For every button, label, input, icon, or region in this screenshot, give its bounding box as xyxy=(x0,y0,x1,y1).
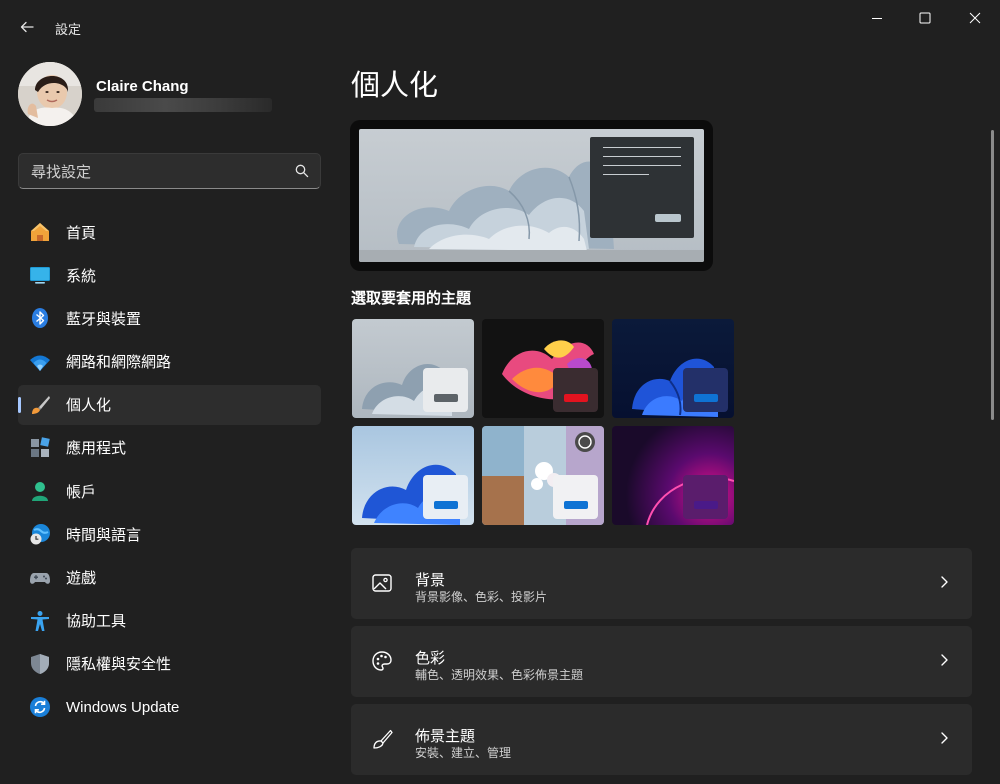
image-icon xyxy=(371,572,395,596)
home-icon xyxy=(28,220,52,244)
sidebar-item-system[interactable]: 系統 xyxy=(18,255,321,295)
search-input[interactable] xyxy=(31,162,281,182)
profile-email-redacted xyxy=(94,98,272,112)
sidebar-item-label: 隱私權與安全性 xyxy=(66,656,172,674)
chevron-right-icon xyxy=(936,652,952,673)
account-icon xyxy=(28,479,52,503)
brush-icon xyxy=(28,393,52,417)
bluetooth-icon xyxy=(28,306,52,330)
preview-desktop xyxy=(359,129,704,262)
background-settings-card[interactable]: 背景 背景影像、色彩、投影片 xyxy=(351,548,972,619)
avatar[interactable] xyxy=(18,62,82,126)
sidebar-item-network[interactable]: 網路和網際網路 xyxy=(18,342,321,382)
sidebar-item-accounts[interactable]: 帳戶 xyxy=(18,471,321,511)
shield-icon xyxy=(28,652,52,676)
back-arrow-icon xyxy=(20,21,34,33)
sidebar-item-privacy[interactable]: 隱私權與安全性 xyxy=(18,644,321,684)
close-icon xyxy=(969,12,981,24)
app-title: 設定 xyxy=(55,22,82,37)
close-button[interactable] xyxy=(950,0,1000,36)
card-title: 色彩 xyxy=(415,650,446,667)
gamepad-icon xyxy=(28,566,52,590)
system-icon xyxy=(28,263,52,287)
minimize-icon xyxy=(872,18,882,19)
theme-option-windows-dark[interactable] xyxy=(612,319,734,418)
sidebar-item-time-language[interactable]: 時間與語言 xyxy=(18,514,321,554)
theme-grid xyxy=(352,319,735,525)
theme-option-windows-light[interactable] xyxy=(352,319,474,418)
theme-option-spotlight[interactable] xyxy=(482,426,604,525)
chevron-right-icon xyxy=(936,730,952,751)
accessibility-icon xyxy=(28,609,52,633)
wifi-icon xyxy=(28,350,52,374)
avatar-photo xyxy=(18,62,82,126)
sidebar-item-personalization[interactable]: 個人化 xyxy=(18,384,321,425)
theme-option-glow[interactable] xyxy=(482,319,604,418)
search-icon[interactable] xyxy=(294,163,310,184)
sidebar-item-label: 網路和網際網路 xyxy=(66,354,172,372)
theme-preview xyxy=(350,120,713,271)
colors-settings-card[interactable]: 色彩 輔色、透明效果、色彩佈景主題 xyxy=(351,626,972,697)
sidebar-item-label: 帳戶 xyxy=(66,483,97,501)
sidebar-item-label: 個人化 xyxy=(66,397,112,415)
page-title: 個人化 xyxy=(351,70,439,102)
search-box[interactable] xyxy=(18,153,321,189)
themes-section-label: 選取要套用的主題 xyxy=(351,290,472,307)
sidebar-nav: 首頁 系統 藍牙與裝置 網路和網際網路 個人化 應用程式 帳戶 時間與語言 遊戲… xyxy=(18,212,321,730)
sidebar-item-bluetooth[interactable]: 藍牙與裝置 xyxy=(18,298,321,338)
theme-option-windows-bloom[interactable] xyxy=(352,426,474,525)
chevron-right-icon xyxy=(936,574,952,595)
themes-settings-card[interactable]: 佈景主題 安裝、建立、管理 xyxy=(351,704,972,775)
back-button[interactable] xyxy=(12,12,42,42)
card-title: 佈景主題 xyxy=(415,728,476,745)
sidebar-item-windows-update[interactable]: Windows Update xyxy=(18,687,321,727)
apps-icon xyxy=(28,436,52,460)
scrollbar[interactable] xyxy=(991,130,994,420)
sidebar-item-label: 時間與語言 xyxy=(66,526,142,544)
preview-taskbar xyxy=(359,250,704,262)
sidebar-item-gaming[interactable]: 遊戲 xyxy=(18,558,321,598)
brush-icon xyxy=(371,728,395,752)
sidebar-item-accessibility[interactable]: 協助工具 xyxy=(18,601,321,641)
sidebar-item-label: 應用程式 xyxy=(66,440,127,458)
sidebar-item-label: 遊戲 xyxy=(66,570,97,587)
sidebar-item-label: Windows Update xyxy=(66,698,180,716)
sidebar-item-label: 系統 xyxy=(66,267,97,285)
theme-option-flow[interactable] xyxy=(612,426,734,525)
preview-window xyxy=(590,137,694,238)
profile-name: Claire Chang xyxy=(96,78,189,95)
sidebar-item-label: 協助工具 xyxy=(66,613,127,631)
card-subtitle: 輔色、透明效果、色彩佈景主題 xyxy=(415,668,584,682)
card-subtitle: 安裝、建立、管理 xyxy=(415,746,512,760)
title-bar: 設定 xyxy=(0,0,1000,54)
maximize-button[interactable] xyxy=(900,0,950,36)
card-subtitle: 背景影像、色彩、投影片 xyxy=(415,590,548,604)
windows-update-icon xyxy=(28,695,52,719)
sidebar-item-apps[interactable]: 應用程式 xyxy=(18,428,321,468)
maximize-icon xyxy=(919,12,931,24)
time-language-icon xyxy=(28,522,52,546)
sidebar-item-home[interactable]: 首頁 xyxy=(18,212,321,252)
card-title: 背景 xyxy=(415,572,446,589)
minimize-button[interactable] xyxy=(852,0,902,36)
sidebar-item-label: 首頁 xyxy=(66,224,97,242)
sidebar-item-label: 藍牙與裝置 xyxy=(66,310,142,328)
palette-icon xyxy=(371,650,395,674)
